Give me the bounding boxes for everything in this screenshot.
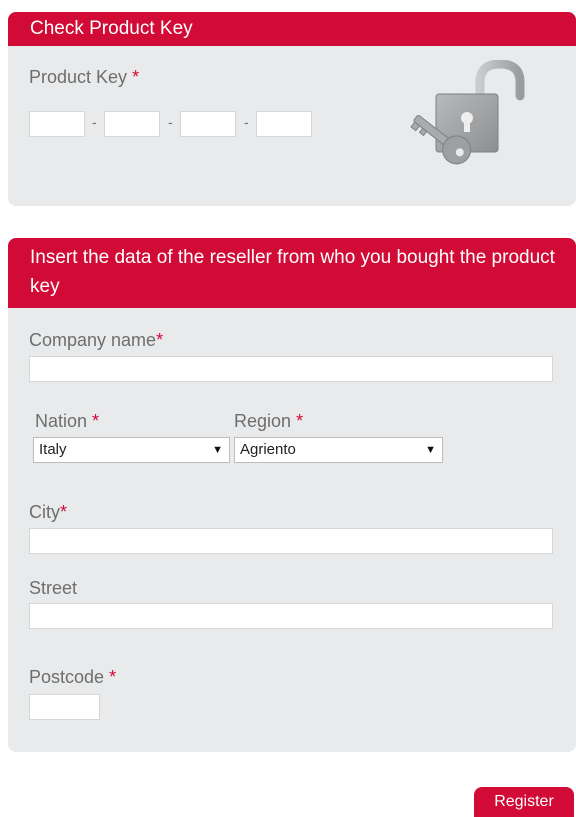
- street-label: Street: [29, 578, 78, 598]
- nation-label: Nation *: [35, 411, 99, 432]
- key-separator-1: -: [92, 114, 97, 130]
- reseller-data-title: Insert the data of the reseller from who…: [8, 238, 576, 308]
- street-input[interactable]: [29, 603, 553, 629]
- check-product-key-title: Check Product Key: [8, 12, 576, 46]
- region-required-mark: *: [296, 411, 304, 431]
- nation-selected-value: Italy: [39, 441, 67, 458]
- product-key-segment-2[interactable]: [104, 111, 160, 137]
- region-label-text: Region: [234, 411, 292, 431]
- product-key-label: Product Key *: [29, 67, 139, 88]
- nation-select[interactable]: Italy ▼: [33, 437, 230, 463]
- product-key-segment-1[interactable]: [29, 111, 85, 137]
- region-label: Region *: [234, 411, 303, 432]
- company-name-label: Company name*: [29, 330, 163, 351]
- region-select[interactable]: Agriento ▼: [234, 437, 443, 463]
- region-dropdown-arrow-icon: ▼: [425, 444, 436, 456]
- nation-required-mark: *: [92, 411, 100, 431]
- city-required-mark: *: [60, 502, 68, 522]
- unlocked-padlock-key-icon: [410, 60, 525, 165]
- register-button[interactable]: Register: [474, 787, 574, 817]
- company-name-label-text: Company name: [29, 330, 157, 350]
- nation-dropdown-arrow-icon: ▼: [212, 444, 223, 456]
- postcode-label: Postcode *: [29, 667, 116, 688]
- product-key-segment-4[interactable]: [256, 111, 312, 137]
- product-key-required-mark: *: [132, 67, 140, 87]
- city-label: City*: [29, 502, 67, 523]
- key-separator-3: -: [244, 114, 249, 130]
- city-input[interactable]: [29, 528, 553, 554]
- product-key-segment-3[interactable]: [180, 111, 236, 137]
- postcode-required-mark: *: [109, 667, 117, 687]
- company-name-input[interactable]: [29, 356, 553, 382]
- nation-label-text: Nation: [35, 411, 88, 431]
- company-required-mark: *: [156, 330, 164, 350]
- postcode-input[interactable]: [29, 694, 100, 720]
- product-key-label-text: Product Key: [29, 67, 128, 87]
- city-label-text: City: [29, 502, 60, 522]
- region-selected-value: Agriento: [240, 441, 296, 458]
- key-separator-2: -: [168, 114, 173, 130]
- postcode-label-text: Postcode: [29, 667, 105, 687]
